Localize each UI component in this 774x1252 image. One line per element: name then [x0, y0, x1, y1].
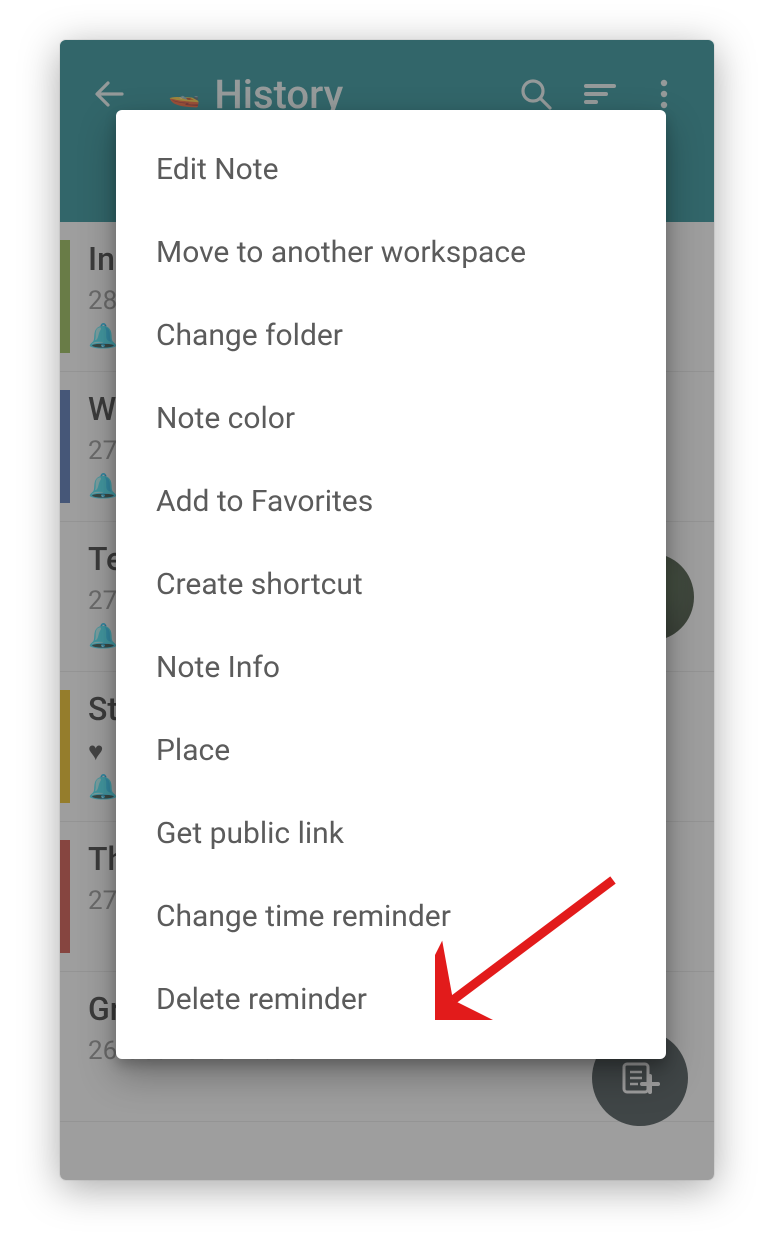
phone-frame: 🚤 History [60, 40, 714, 1180]
menu-note-color[interactable]: Note color [116, 377, 666, 460]
menu-move-workspace[interactable]: Move to another workspace [116, 211, 666, 294]
menu-note-info[interactable]: Note Info [116, 626, 666, 709]
context-menu: Edit Note Move to another workspace Chan… [116, 110, 666, 1059]
menu-change-time-reminder[interactable]: Change time reminder [116, 875, 666, 958]
menu-delete-reminder[interactable]: Delete reminder [116, 958, 666, 1041]
menu-add-favorites[interactable]: Add to Favorites [116, 460, 666, 543]
menu-create-shortcut[interactable]: Create shortcut [116, 543, 666, 626]
menu-edit-note[interactable]: Edit Note [116, 128, 666, 211]
menu-get-public-link[interactable]: Get public link [116, 792, 666, 875]
menu-place[interactable]: Place [116, 709, 666, 792]
menu-change-folder[interactable]: Change folder [116, 294, 666, 377]
